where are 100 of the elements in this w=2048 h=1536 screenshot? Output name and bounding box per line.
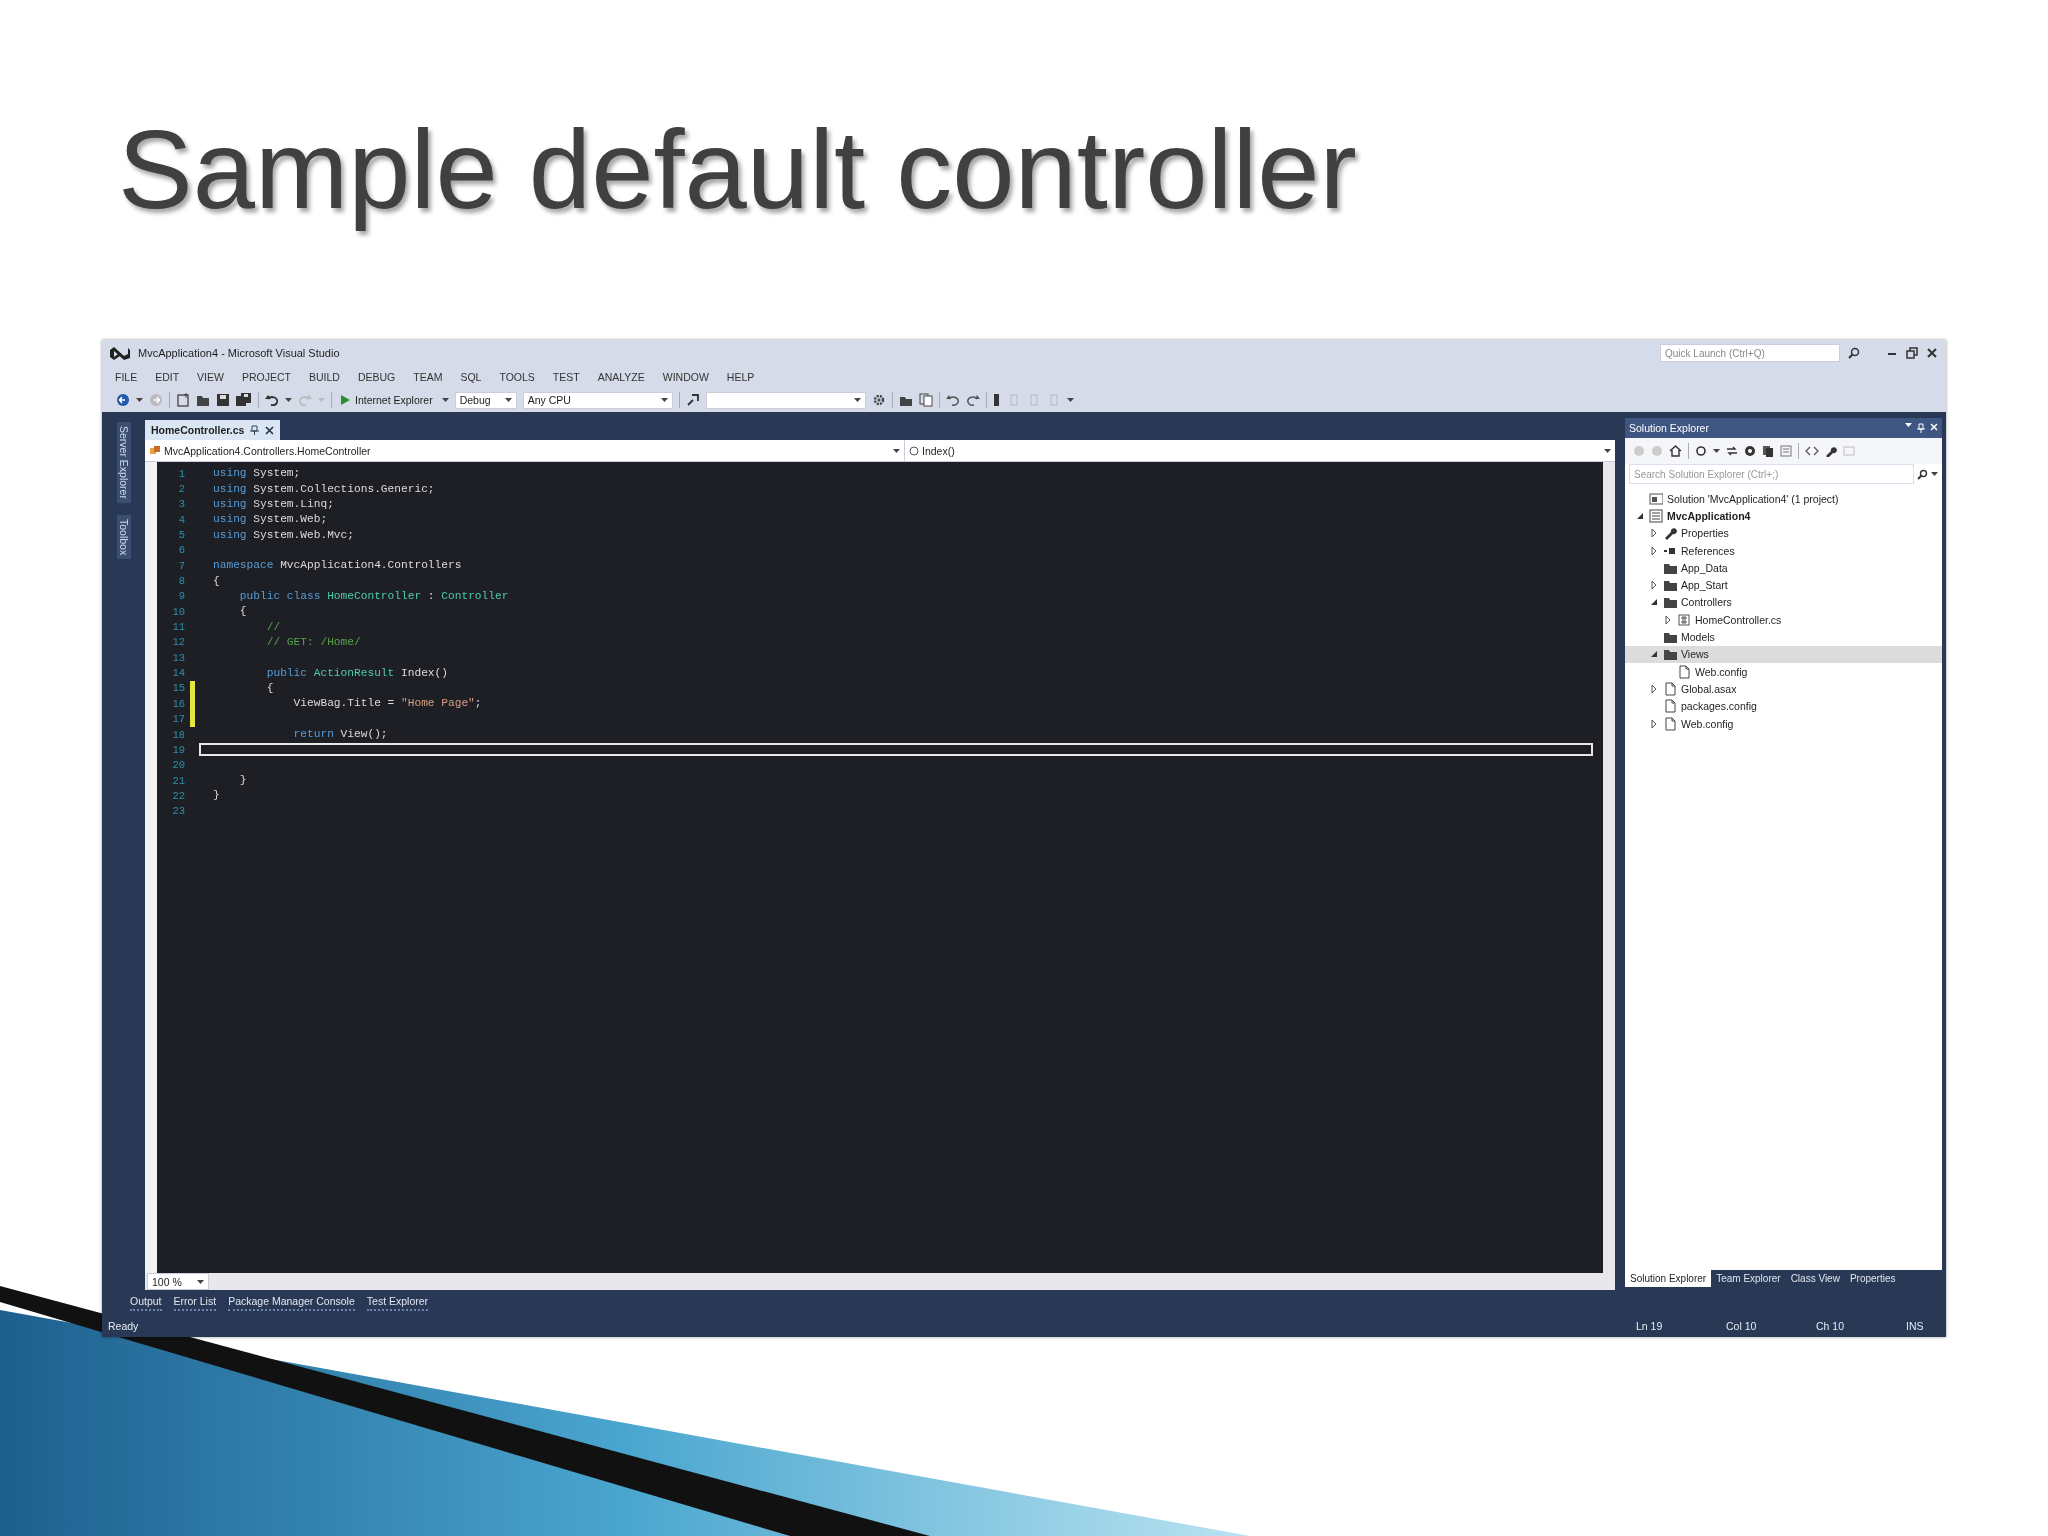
show-all-icon[interactable] xyxy=(1780,445,1792,457)
search-icon[interactable] xyxy=(1848,347,1860,359)
run-button[interactable]: Internet Explorer xyxy=(338,394,436,406)
caret-icon xyxy=(318,398,325,402)
tool-window-tab[interactable]: Error List xyxy=(173,1294,217,1311)
tree-item[interactable]: HomeController.cs xyxy=(1625,611,1942,629)
tree-item[interactable]: App_Data xyxy=(1625,559,1942,577)
menu-item[interactable]: ANALYZE xyxy=(588,371,654,383)
tree-item[interactable]: packages.config xyxy=(1625,697,1942,715)
platform-dropdown[interactable]: Any CPU xyxy=(522,391,673,409)
line-number: 21 xyxy=(171,774,185,787)
collapsed-arrow-icon[interactable] xyxy=(1650,683,1658,694)
collapsed-arrow-icon[interactable] xyxy=(1664,614,1672,625)
menu-item[interactable]: WINDOW xyxy=(653,371,718,383)
tool-window-tab[interactable]: Package Manager Console xyxy=(228,1294,355,1311)
collapse-icon[interactable] xyxy=(1744,445,1756,457)
new-project-icon[interactable] xyxy=(176,393,190,407)
zoom-dropdown[interactable]: 100 % xyxy=(147,1273,209,1290)
gear-icon[interactable] xyxy=(871,393,886,407)
sync-icon[interactable] xyxy=(1695,445,1707,457)
status-mode: INS xyxy=(1906,1320,1925,1332)
panel-header: Solution Explorer xyxy=(1625,418,1942,438)
menu-item[interactable]: FILE xyxy=(106,371,147,383)
solution-icon xyxy=(1649,491,1663,506)
tree-item[interactable]: MvcApplication4 xyxy=(1625,507,1942,525)
menu-item[interactable]: BUILD xyxy=(299,371,349,383)
status-line: Ln 19 xyxy=(1636,1320,1664,1332)
menu-item[interactable]: TEAM xyxy=(404,371,452,383)
editor-tab[interactable]: HomeController.cs xyxy=(145,420,281,440)
menu-item[interactable]: SQL xyxy=(451,371,491,383)
menu-item[interactable]: PROJECT xyxy=(232,371,300,383)
tree-item[interactable]: Views xyxy=(1625,645,1942,663)
window-title: MvcApplication4 - Microsoft Visual Studio xyxy=(138,347,340,359)
tree-item[interactable]: Properties xyxy=(1625,524,1942,542)
line-number: 1 xyxy=(177,467,185,480)
folder-icon xyxy=(1663,578,1677,593)
tree-item[interactable]: Global.asax xyxy=(1625,680,1942,698)
line-number: 9 xyxy=(177,590,185,603)
back-icon[interactable] xyxy=(116,393,130,407)
quick-launch-field[interactable]: Quick Launch (Ctrl+Q) xyxy=(1660,344,1840,362)
line-number: 8 xyxy=(177,575,185,588)
file-icon xyxy=(1663,699,1677,714)
open-folder-icon[interactable] xyxy=(196,393,210,407)
folder-icon xyxy=(1663,647,1677,662)
caret-icon xyxy=(1066,398,1074,402)
tree-item[interactable]: Web.config xyxy=(1625,714,1942,733)
tool-window-tab[interactable]: Output xyxy=(130,1294,162,1311)
save-all-icon[interactable] xyxy=(236,393,252,407)
panel-tab[interactable]: Team Explorer xyxy=(1711,1270,1786,1287)
wrench-icon[interactable] xyxy=(1825,445,1837,457)
menu-item[interactable]: HELP xyxy=(717,371,764,383)
method-icon xyxy=(909,445,919,456)
tree-item[interactable]: Web.config xyxy=(1625,662,1942,681)
bookmark-icon[interactable] xyxy=(992,393,1001,407)
search-field[interactable]: Search Solution Explorer (Ctrl+;) xyxy=(1629,464,1914,484)
search-icon[interactable] xyxy=(1917,468,1928,480)
tree-item[interactable]: Controllers xyxy=(1625,593,1942,612)
tree-item[interactable]: App_Start xyxy=(1625,576,1942,594)
status-char: Ch 10 xyxy=(1816,1320,1846,1332)
copy-icon[interactable] xyxy=(1762,445,1774,457)
collapsed-arrow-icon[interactable] xyxy=(1650,528,1658,539)
panel-tab[interactable]: Class View xyxy=(1785,1270,1845,1287)
menu-item[interactable]: VIEW xyxy=(188,371,233,383)
panel-tab[interactable]: Solution Explorer xyxy=(1625,1270,1712,1287)
code-line: } xyxy=(212,788,220,804)
project-icon xyxy=(1649,508,1663,523)
collapsed-arrow-icon[interactable] xyxy=(1650,718,1658,729)
tree-item[interactable]: Solution 'MvcApplication4' (1 project) xyxy=(1625,490,1942,508)
expanded-arrow-icon[interactable] xyxy=(1650,597,1658,608)
undo-icon[interactable] xyxy=(265,393,279,407)
pin-icon[interactable] xyxy=(250,425,260,435)
panel-tab[interactable]: Properties xyxy=(1844,1270,1901,1287)
line-number: 5 xyxy=(177,529,185,542)
code-line: // GET: /Home/ xyxy=(265,634,361,650)
line-number: 13 xyxy=(171,651,185,664)
tool-window-tab[interactable]: Test Explorer xyxy=(366,1294,429,1311)
side-tab[interactable]: Server Explorer xyxy=(116,422,131,503)
refresh-icon[interactable] xyxy=(1726,445,1738,457)
tree-item[interactable]: Models xyxy=(1625,628,1942,646)
tree-item[interactable]: References xyxy=(1625,541,1942,560)
collapsed-arrow-icon[interactable] xyxy=(1650,580,1658,591)
close-icon[interactable] xyxy=(265,425,275,435)
menu-item[interactable]: TEST xyxy=(543,371,589,383)
menu-item[interactable]: TOOLS xyxy=(490,371,544,383)
files-icon[interactable] xyxy=(918,393,933,407)
view-code-icon[interactable] xyxy=(1805,445,1819,457)
configuration-dropdown[interactable]: Debug xyxy=(454,391,517,409)
type-dropdown[interactable]: MvcApplication4.Controllers.HomeController xyxy=(145,440,905,461)
restore-icon[interactable] xyxy=(1906,347,1918,359)
expanded-arrow-icon[interactable] xyxy=(1650,649,1658,660)
menu-item[interactable]: EDIT xyxy=(146,371,189,383)
member-dropdown[interactable]: Index() xyxy=(905,440,1615,461)
home-icon[interactable] xyxy=(1669,445,1682,457)
line-number: 7 xyxy=(177,559,185,572)
side-tab[interactable]: Toolbox xyxy=(116,514,131,560)
line-number: 19 xyxy=(171,743,185,756)
collapsed-arrow-icon[interactable] xyxy=(1650,545,1658,556)
close-icon[interactable] xyxy=(1926,347,1938,359)
save-icon[interactable] xyxy=(216,393,230,407)
menu-item[interactable]: DEBUG xyxy=(348,371,405,383)
